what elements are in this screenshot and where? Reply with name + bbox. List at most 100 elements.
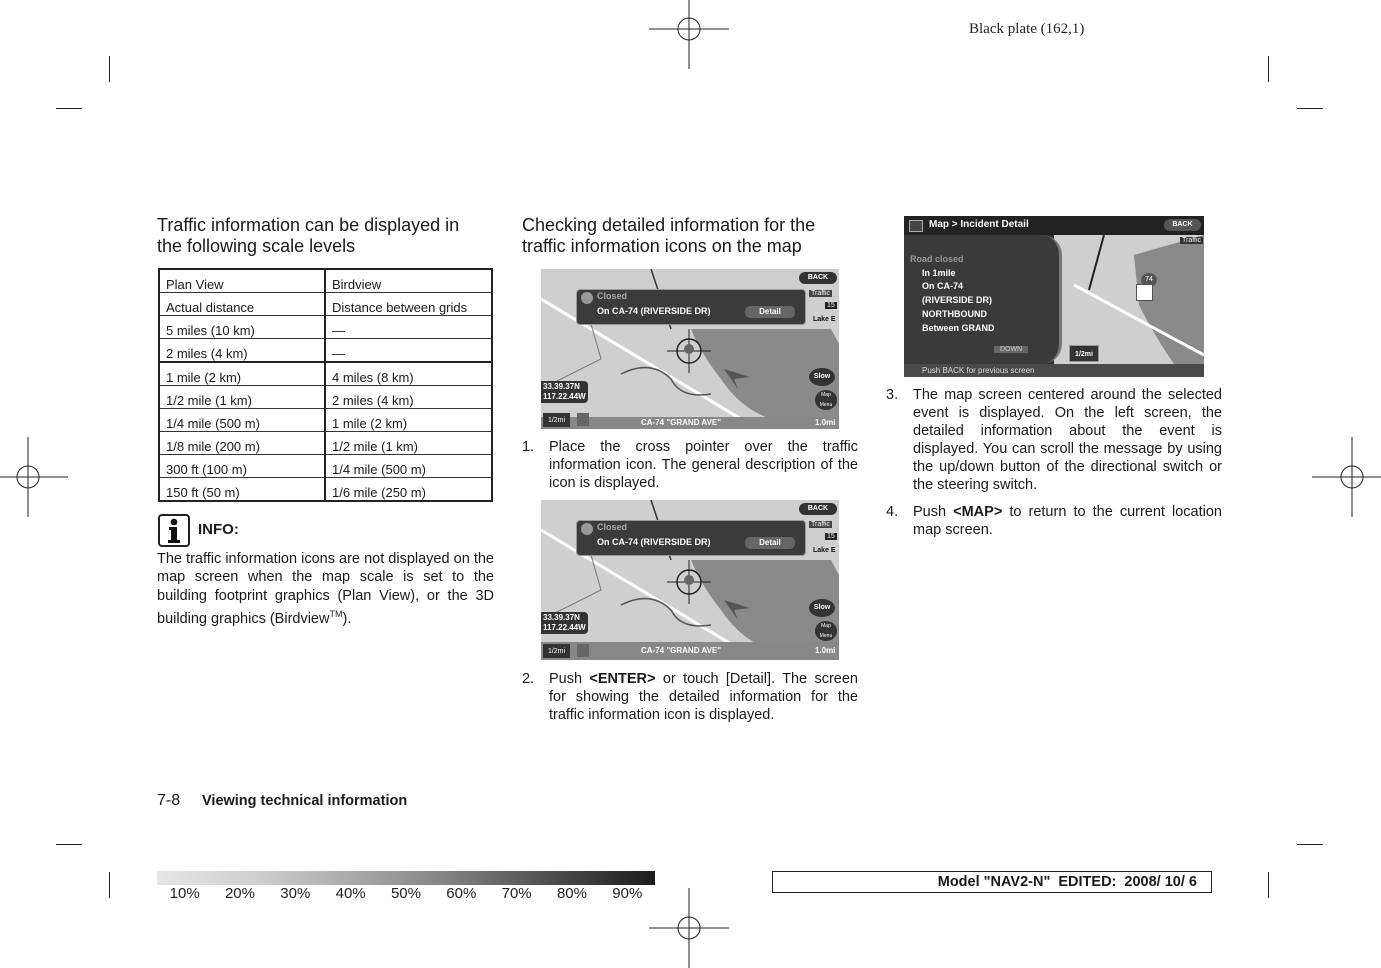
back-button[interactable]: BACK [799,272,837,284]
nav-screenshot-1: Closed On CA-74 (RIVERSIDE DR) Detail BA… [541,269,839,429]
gray-scale-label: 50% [390,885,421,902]
crop-mark [56,844,82,845]
table-cell: — [324,315,493,339]
map-orientation-icon[interactable] [577,413,589,426]
coordinates-readout: 33.39.37N 117.22.44W [541,612,588,634]
detail-button[interactable]: Detail [745,537,795,549]
heading-line: Traffic information can be displayed in [157,215,460,235]
cross-pointer-icon [667,329,711,373]
map-orientation-icon[interactable] [577,644,589,657]
gray-scale-label: 70% [501,885,532,902]
map-menu-button[interactable]: Map Menu [815,390,837,410]
table-cell: 1/4 mile (500 m) [158,408,326,432]
page-number: 7-8 [157,792,181,809]
table-cell: 1/4 mile (500 m) [324,454,493,478]
map-scale-button[interactable]: 1/2mi [1069,345,1099,362]
route-shield: 15 [825,533,837,540]
step-number: 1. [522,439,535,455]
table-row: 1 mile (2 km) 4 miles (8 km) [158,361,493,386]
table-cell: 1 mile (2 km) [324,408,493,432]
map-key-label: <MAP> [953,504,1003,520]
traffic-label: Traffic [809,521,833,528]
table-cell: Actual distance [158,292,326,316]
step-text: Place the cross pointer over the traffic… [549,439,858,491]
scroll-down-button[interactable]: DOWN [994,346,1029,353]
incident-detail-line: On CA-74 [922,281,964,292]
heading-line: Checking detailed information for the [522,215,816,235]
incident-detail-panel: Road closed In 1mile On CA-74 (RIVERSIDE DR… [904,235,1062,364]
step-number: 3. [886,387,899,403]
incident-detail-screenshot: Map > Incident Detail BACK Road closed In… [904,216,1204,377]
step-text: Push <ENTER> or touch [Detail]. The scre… [549,671,858,723]
incident-detail-line: NORTHBOUND [922,308,987,319]
table-row: Plan View Birdview [158,268,493,293]
vehicle-arrow-icon [724,600,750,620]
crop-mark [1268,56,1269,82]
registration-mark [649,888,729,968]
title-bar: Map > Incident Detail BACK [904,216,1204,235]
gray-scale-labels: 10% 20% 30% 40% 50% 60% 70% 80% 90% [157,885,655,902]
gray-scale-label: 90% [612,885,643,902]
table-cell: 2 miles (4 km) [158,338,326,363]
table-cell: 2 miles (4 km) [324,385,493,409]
table-cell: 1/2 mile (1 km) [324,431,493,455]
gray-scale-bar [157,871,655,885]
table-row: 5 miles (10 km) — [158,315,493,339]
step-3: 3. The map screen centered around the se… [886,386,1222,494]
detail-heading: Checking detailed information for the tr… [522,215,815,257]
distance-readout: 1.0mi [815,646,836,655]
incident-detail-line: Road closed [910,254,964,264]
slow-button[interactable]: Slow [809,599,835,617]
plate-label: Black plate (162,1) [969,21,1085,37]
map-scale-button[interactable]: 1/2mi [543,644,570,658]
section-title: Viewing technical information [202,793,408,809]
incident-popup: Closed On CA-74 (RIVERSIDE DR) Detail [576,289,806,325]
incident-detail-line: Between GRAND [922,322,995,333]
traffic-incident-icon [1136,284,1153,301]
table-cell: 1/2 mile (1 km) [158,385,326,409]
street-name: CA-74 "GRAND AVE" [641,418,722,427]
breadcrumb: Map > Incident Detail [929,219,1029,230]
back-button[interactable]: BACK [1164,219,1201,231]
gray-scale-label: 10% [169,885,200,902]
gray-scale-label: 40% [335,885,366,902]
traffic-incident-icon [581,292,593,304]
enter-key-label: <ENTER> [589,671,656,687]
back-button[interactable]: BACK [799,503,837,515]
gray-scale-label: 30% [280,885,311,902]
info-body: The traffic information icons are not di… [157,551,494,627]
popup-title: Closed [597,291,628,301]
step-number: 2. [522,671,535,687]
menu-icon[interactable] [909,220,923,232]
map-scale-button[interactable]: 1/2mi [543,413,570,427]
registration-mark [1312,437,1381,517]
info-icon [158,514,190,547]
hint-bar: Push BACK for previous screen [904,364,1204,377]
table-row: 150 ft (50 m) 1/6 mile (250 m) [158,477,493,502]
table-cell: 300 ft (100 m) [158,454,326,478]
trademark-superscript: TM [329,608,343,619]
incident-detail-line: In 1mile [922,267,956,278]
place-label: Lake E [813,547,836,554]
incident-detail-lines: Road closed In 1mile On CA-74 (RIVERSIDE DR… [910,253,995,335]
incident-detail-line: (RIVERSIDE DR) [922,295,993,306]
traffic-label: Traffic [809,290,833,297]
table-row: 2 miles (4 km) — [158,338,493,363]
heading-line: the following scale levels [157,236,356,256]
slow-button[interactable]: Slow [809,368,835,386]
table-cell: Birdview [324,268,493,293]
vehicle-arrow-icon [724,369,750,389]
step-text: Push <MAP> to return to the current loca… [913,504,1222,538]
step-text: The map screen centered around the selec… [913,387,1222,493]
crop-mark [1297,844,1323,845]
coordinates-readout: 33.39.37N 117.22.44W [541,381,588,403]
map-menu-button[interactable]: Map Menu [815,621,837,641]
step-number: 4. [886,504,899,520]
street-name: CA-74 "GRAND AVE" [641,646,722,655]
incident-popup: Closed On CA-74 (RIVERSIDE DR) Detail [576,520,806,556]
info-title: INFO: [198,521,239,538]
table-row: Actual distance Distance between grids [158,292,493,316]
detail-button[interactable]: Detail [745,306,795,318]
model-edit-box: Model "NAV2-N" EDITED: 2008/ 10/ 6 [772,871,1212,893]
table-cell: Plan View [158,268,326,293]
